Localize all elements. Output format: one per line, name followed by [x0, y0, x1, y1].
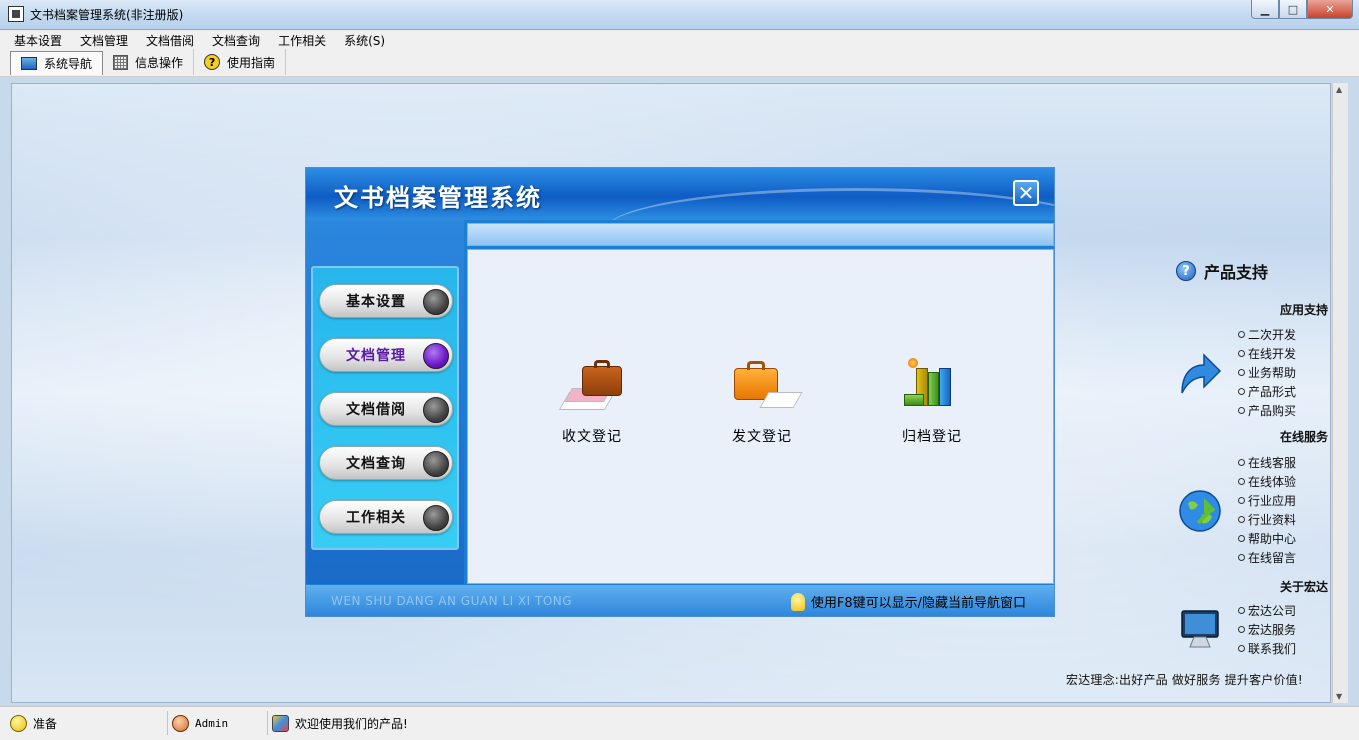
toolbar: 系统导航 信息操作 ? 使用指南 [0, 49, 1359, 77]
link-industry-materials[interactable]: 行业资料 [1238, 510, 1296, 529]
close-button[interactable]: ✕ [1307, 0, 1353, 19]
nav-button-label: 基本设置 [346, 294, 406, 310]
nav-button-panel: 基本设置 文档管理 文档借阅 文档查询 工作相关 [311, 266, 459, 550]
briefcase-orange-icon [724, 358, 803, 418]
link-product-forms[interactable]: 产品形式 [1238, 382, 1296, 401]
nav-close-button[interactable]: ✕ [1013, 180, 1039, 206]
link-secondary-development[interactable]: 二次开发 [1238, 325, 1296, 344]
menu-doc-query[interactable]: 文档查询 [203, 30, 269, 49]
link-online-experience[interactable]: 在线体验 [1238, 472, 1296, 491]
user-icon [172, 714, 189, 732]
menu-basic-settings[interactable]: 基本设置 [5, 30, 71, 49]
tab-label: 信息操作 [135, 55, 184, 70]
status-user-text: Admin [195, 716, 229, 730]
nav-button-doc-borrow[interactable]: 文档借阅 [319, 392, 453, 426]
function-archive-register[interactable]: 归档登记 [882, 358, 982, 446]
binders-icon [894, 358, 970, 418]
tab-user-guide[interactable]: ? 使用指南 [194, 49, 287, 75]
grid-icon [113, 54, 129, 70]
section-title-app-support: 应用支持 [1279, 303, 1328, 317]
window-controls: ▁ □ ✕ [1251, 0, 1353, 19]
product-support-title: 产品支持 [1204, 263, 1269, 282]
window-title: 文书档案管理系统(非注册版) [30, 8, 184, 22]
product-icon [272, 714, 289, 732]
nav-button-basic-settings[interactable]: 基本设置 [319, 284, 453, 318]
link-online-customer-service[interactable]: 在线客服 [1238, 453, 1296, 472]
nav-button-label: 文档查询 [346, 456, 406, 472]
minimize-button[interactable]: ▁ [1251, 0, 1279, 19]
tab-label: 使用指南 [227, 55, 276, 70]
link-services[interactable]: 宏达服务 [1238, 620, 1296, 639]
nav-button-label: 工作相关 [346, 510, 406, 526]
indicator-icon [423, 397, 449, 423]
status-bar: 准备 Admin 欢迎使用我们的产品! [0, 706, 1359, 740]
nav-button-doc-management[interactable]: 文档管理 [319, 338, 453, 372]
status-welcome: 欢迎使用我们的产品! [272, 711, 572, 735]
status-user: Admin [172, 711, 268, 735]
monitor-icon [21, 57, 37, 70]
company-motto: 宏达理念:出好产品 做好服务 提升客户价值! [1066, 673, 1303, 687]
section-title-online-service: 在线服务 [1279, 430, 1328, 444]
link-online-development[interactable]: 在线开发 [1238, 344, 1296, 363]
lightbulb-icon [10, 714, 27, 732]
footer-tip-text: 使用F8键可以显示/隐藏当前导航窗口 [810, 596, 1026, 611]
nav-sidebar: 基本设置 文档管理 文档借阅 文档查询 工作相关 [306, 220, 464, 584]
question-icon: ? [1176, 261, 1196, 281]
indicator-icon [423, 451, 449, 477]
nav-footer: WEN SHU DANG AN GUAN LI XI TONG 使用F8键可以显… [306, 585, 1054, 616]
status-ready-text: 准备 [33, 716, 58, 731]
lightbulb-icon [790, 592, 805, 611]
nav-tab-bar [467, 223, 1054, 246]
status-ready: 准备 [10, 711, 168, 735]
function-label: 发文登记 [732, 429, 792, 445]
about-links: 宏达公司 宏达服务 联系我们 [1238, 601, 1296, 658]
function-label: 收文登记 [562, 429, 622, 445]
menu-doc-management[interactable]: 文档管理 [71, 30, 137, 49]
indicator-icon [423, 343, 449, 369]
status-welcome-text: 欢迎使用我们的产品! [295, 716, 408, 731]
menu-bar: 基本设置 文档管理 文档借阅 文档查询 工作相关 系统(S) [0, 30, 1359, 49]
link-company[interactable]: 宏达公司 [1238, 601, 1296, 620]
link-business-help[interactable]: 业务帮助 [1238, 363, 1296, 382]
nav-title: 文书档案管理系统 [334, 184, 542, 212]
app-support-links: 二次开发 在线开发 业务帮助 产品形式 产品购买 [1238, 325, 1296, 420]
function-label: 归档登记 [902, 429, 962, 445]
arrow-icon [1178, 351, 1222, 400]
online-service-links: 在线客服 在线体验 行业应用 行业资料 帮助中心 在线留言 [1238, 453, 1296, 567]
tab-system-navigation[interactable]: 系统导航 [10, 51, 104, 75]
globe-icon [1178, 489, 1222, 536]
footer-english-title: WEN SHU DANG AN GUAN LI XI TONG [331, 594, 573, 608]
help-icon: ? [204, 54, 221, 70]
indicator-icon [423, 289, 449, 315]
product-support-heading: ? 产品支持 [1176, 259, 1268, 283]
tab-label: 系统导航 [44, 57, 93, 71]
link-industry-application[interactable]: 行业应用 [1238, 491, 1296, 510]
link-product-purchase[interactable]: 产品购买 [1238, 401, 1296, 420]
footer-tip: 使用F8键可以显示/隐藏当前导航窗口 [790, 592, 1026, 611]
app-icon [8, 6, 24, 22]
navigation-window: 文书档案管理系统 ✕ 基本设置 文档管理 文档借阅 文档查询 工作相关 收文登记… [305, 167, 1055, 617]
function-send-register[interactable]: 发文登记 [712, 358, 812, 446]
maximize-button[interactable]: □ [1279, 0, 1307, 19]
briefcase-brown-icon [554, 358, 630, 418]
section-title-about: 关于宏达 [1279, 580, 1328, 594]
function-receive-register[interactable]: 收文登记 [542, 358, 642, 446]
nav-button-label: 文档管理 [346, 348, 406, 364]
computer-icon [1178, 607, 1222, 654]
menu-work[interactable]: 工作相关 [269, 30, 335, 49]
tab-info-operations[interactable]: 信息操作 [103, 49, 195, 75]
nav-button-doc-query[interactable]: 文档查询 [319, 446, 453, 480]
menu-doc-borrow[interactable]: 文档借阅 [137, 30, 203, 49]
nav-button-work[interactable]: 工作相关 [319, 500, 453, 534]
menu-system[interactable]: 系统(S) [335, 30, 394, 49]
link-help-center[interactable]: 帮助中心 [1238, 529, 1296, 548]
indicator-icon [423, 505, 449, 531]
nav-content: 收文登记 发文登记 归档登记 [467, 249, 1054, 584]
link-leave-message[interactable]: 在线留言 [1238, 548, 1296, 567]
vertical-scrollbar[interactable] [1332, 83, 1348, 703]
nav-header: 文书档案管理系统 [306, 168, 1054, 220]
title-bar: 文书档案管理系统(非注册版) ▁ □ ✕ [0, 0, 1359, 30]
nav-button-label: 文档借阅 [346, 402, 406, 418]
link-contact-us[interactable]: 联系我们 [1238, 639, 1296, 658]
